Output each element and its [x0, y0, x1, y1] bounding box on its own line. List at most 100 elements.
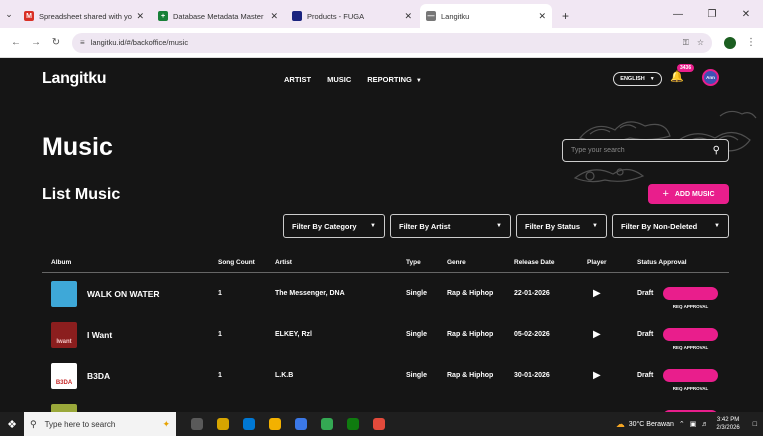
taskbar-app-icon[interactable]: [288, 412, 314, 436]
filter-by-status[interactable]: Filter By Status ▼: [516, 214, 607, 238]
back-icon[interactable]: ←: [6, 37, 26, 48]
browser-tab[interactable]: — Langitku ✕: [420, 4, 552, 28]
browser-menu-icon[interactable]: ⋮: [746, 37, 756, 48]
cell-genre: Rock: [447, 397, 464, 412]
album-cover[interactable]: B3DA: [51, 363, 77, 389]
play-icon[interactable]: ▶: [593, 274, 601, 314]
close-window-icon[interactable]: ✕: [729, 9, 763, 20]
cell-type: Single: [406, 372, 428, 379]
search-input[interactable]: [571, 147, 713, 154]
reload-icon[interactable]: ↻: [46, 37, 66, 48]
profile-avatar[interactable]: [724, 36, 736, 49]
chevron-up-icon[interactable]: ⌃: [679, 420, 685, 428]
app-glyph-icon: [347, 418, 359, 430]
site-info-icon[interactable]: ≡: [80, 38, 85, 47]
tab-favicon-icon: [292, 11, 302, 21]
bookmark-star-icon[interactable]: ☆: [697, 38, 704, 47]
filter-label: Filter By Non-Deleted: [621, 221, 698, 231]
browser-tab[interactable]: + Database Metadata Master INC ✕: [152, 4, 284, 28]
column-header-artist: Artist: [275, 259, 292, 266]
table-row[interactable]: WALK ON WATER 1 The Messenger, DNA Single Ra…: [42, 274, 729, 314]
weather-icon[interactable]: ☁: [616, 419, 625, 430]
nav-reporting[interactable]: REPORTING ▼: [367, 75, 422, 84]
cell-release-date: 05-02-2026: [514, 331, 550, 338]
app-glyph-icon: [321, 418, 333, 430]
maximize-icon[interactable]: ❐: [695, 9, 729, 20]
tab-title: Products - FUGA: [307, 11, 365, 21]
language-label: ENGLISH: [620, 76, 645, 82]
tab-list: M Spreadsheet shared with you: " ✕ + Databas…: [18, 4, 554, 28]
taskbar-app-icon[interactable]: [340, 412, 366, 436]
volume-icon[interactable]: ♬: [701, 421, 708, 428]
play-icon[interactable]: ▶: [593, 356, 601, 396]
table-row[interactable]: B3DA B3DA 1 L.K.B Single Rap & Hiphop 30-01-20…: [42, 356, 729, 396]
request-approval-button[interactable]: REQ APPROVAL: [663, 287, 718, 309]
tab-title: Spreadsheet shared with you: ": [39, 11, 132, 21]
taskbar-search[interactable]: ⚲ Type here to search ✦: [24, 412, 176, 436]
browser-tab[interactable]: Products - FUGA ✕: [286, 4, 418, 28]
table-header: Album Song Count Artist Type Genre Relea…: [42, 253, 729, 273]
cell-genre: Rap & Hiphop: [447, 290, 494, 297]
tab-close-icon[interactable]: ✕: [136, 11, 144, 22]
page-content: Langitku ARTIST MUSIC REPORTING ▼ ENGLISH ▼…: [0, 58, 763, 412]
taskbar-app-icon[interactable]: [236, 412, 262, 436]
user-avatar[interactable]: Ann: [702, 69, 719, 86]
album-cover[interactable]: [51, 404, 77, 412]
password-key-icon[interactable]: ⚿: [683, 38, 689, 48]
nav-artist[interactable]: ARTIST: [284, 75, 311, 84]
cell-type: Single: [406, 290, 428, 297]
search-highlight-icon: ✦: [162, 418, 170, 429]
nav-music[interactable]: MUSIC: [327, 75, 351, 84]
request-approval-button[interactable]: REQ APPROVAL: [663, 328, 718, 350]
cell-type: Single: [406, 397, 427, 412]
app-glyph-icon: [191, 418, 203, 430]
album-title[interactable]: B3DA: [87, 356, 110, 396]
tab-close-icon[interactable]: ✕: [404, 11, 412, 22]
add-music-button[interactable]: + ADD MUSIC: [648, 184, 729, 204]
chevron-down-icon: ▼: [592, 223, 598, 229]
url-text[interactable]: langitku.id/#/backoffice/music: [91, 38, 675, 47]
album-title[interactable]: Blue: [87, 397, 105, 412]
table-row[interactable]: Blue 1 Jack Lawyers Single Rock 30-01-2026 ▶ Dr…: [42, 397, 729, 412]
tab-favicon-icon: M: [24, 11, 34, 21]
nav-label: MUSIC: [327, 75, 352, 84]
forward-icon[interactable]: →: [26, 37, 46, 48]
browser-tab-strip: ⌄ M Spreadsheet shared with you: " ✕ + Datab…: [0, 0, 763, 28]
search-icon[interactable]: ⚲: [713, 145, 720, 156]
minimize-icon[interactable]: —: [661, 9, 695, 20]
filter-by-artist[interactable]: Filter By Artist ▼: [390, 214, 511, 238]
new-tab-button[interactable]: +: [554, 4, 577, 28]
play-icon[interactable]: ▶: [593, 315, 601, 355]
album-title[interactable]: WALK ON WATER: [87, 274, 160, 314]
filter-by-category[interactable]: Filter By Category ▼: [283, 214, 385, 238]
filter-by-non-deleted[interactable]: Filter By Non-Deleted ▼: [612, 214, 729, 238]
album-cover[interactable]: Iwant: [51, 322, 77, 348]
tab-close-icon[interactable]: ✕: [270, 11, 278, 22]
url-bar[interactable]: ≡ langitku.id/#/backoffice/music ⚿ ☆: [72, 32, 712, 53]
network-icon[interactable]: ▣: [690, 420, 697, 428]
language-selector[interactable]: ENGLISH ▼: [613, 72, 662, 86]
tab-search-icon[interactable]: ⌄: [0, 0, 18, 28]
site-logo[interactable]: Langitku: [42, 70, 107, 88]
browser-tab[interactable]: M Spreadsheet shared with you: " ✕: [18, 4, 150, 28]
taskbar-app-icon[interactable]: [210, 412, 236, 436]
weather-text[interactable]: 30°C Berawan: [629, 421, 674, 428]
taskbar-app-icon[interactable]: [184, 412, 210, 436]
request-approval-button[interactable]: REQ APPROVAL: [663, 369, 718, 391]
tab-favicon-icon: —: [426, 11, 436, 21]
taskbar-app-icon[interactable]: [366, 412, 392, 436]
column-header-genre: Genre: [447, 259, 466, 266]
tab-close-icon[interactable]: ✕: [538, 11, 546, 22]
notification-center-icon[interactable]: □: [753, 421, 757, 428]
windows-start-icon[interactable]: ❖: [0, 418, 24, 431]
taskbar-app-icon[interactable]: [314, 412, 340, 436]
album-cover[interactable]: [51, 281, 77, 307]
cell-artist: L.K.B: [275, 372, 294, 379]
app-glyph-icon: [295, 418, 307, 430]
album-title[interactable]: I Want: [87, 315, 112, 355]
play-icon[interactable]: ▶: [593, 397, 601, 412]
taskbar-app-icon[interactable]: [262, 412, 288, 436]
table-row[interactable]: Iwant I Want 1 ELKEY, Rzl Single Rap & Hiphop…: [42, 315, 729, 355]
clock[interactable]: 3:42 PM 2/3/2026: [716, 416, 739, 432]
search-box[interactable]: ⚲: [562, 139, 729, 162]
